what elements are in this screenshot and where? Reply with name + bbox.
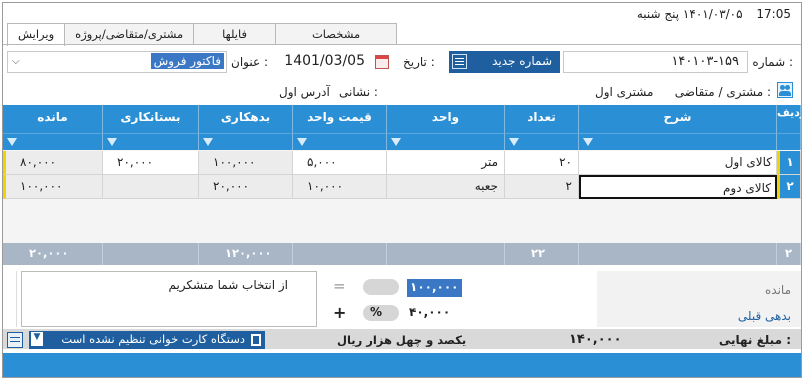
number-field[interactable]: ۱۴۰۱۰۳-۱۵۹ [563,51,748,73]
cell-credit[interactable] [103,175,199,199]
filter-icon [509,138,519,146]
filter-desc[interactable] [579,133,777,150]
title-label: عنوان : [231,55,268,69]
datetime-display: 17:05 ۱۴۰۱/۰۳/۰۵ پنج شنبه [637,7,791,21]
new-number-button[interactable]: شماره جدید [449,51,560,73]
chevron-down-icon: ▼ [31,332,43,346]
footer-credit [103,243,199,265]
settings-icon[interactable] [7,332,23,348]
col-header-qty[interactable]: تعداد [505,105,579,133]
note-textarea[interactable]: از انتخاب شما متشکریم [21,271,317,327]
amount-selected[interactable]: ۱۰۰,۰۰۰ [407,279,462,297]
col-header-price[interactable]: قیمت واحد [293,105,387,133]
cell-desc[interactable]: کالای اول [579,151,777,175]
chevron-down-icon: ⌵ [12,56,20,67]
percent-toggle[interactable]: % [363,305,399,321]
amount-second: ۴۰,۰۰۰ [409,305,451,319]
date-text: ۱۴۰۱/۰۳/۰۵ پنج شنبه [636,7,743,21]
col-header-balance[interactable]: مانده [3,105,103,133]
app-window: 17:05 ۱۴۰۱/۰۳/۰۵ پنج شنبه ویرایش مشتری/م… [2,2,802,378]
row-number[interactable]: ۲ [777,175,801,199]
amount-toggle-1[interactable] [363,279,399,295]
filter-credit[interactable] [103,133,199,150]
cell-price[interactable]: ۵,۰۰۰ [293,151,387,175]
card-reader-status[interactable]: ▼ دستگاه کارت خوانی تنظیم نشده است [29,331,265,349]
cell-debit[interactable]: ۲۰,۰۰۰ [199,175,293,199]
card-reader-text: دستگاه کارت خوانی تنظیم نشده است [61,332,245,346]
filter-icon [391,138,401,146]
filter-icon [7,138,17,146]
balance-label: مانده [764,283,791,297]
date-label: تاریخ : [403,55,435,69]
col-header-credit[interactable]: بستانکاری [103,105,199,133]
time-text: 17:05 [756,7,791,21]
date-field[interactable]: 1401/03/05 [271,53,371,73]
title-value: فاکتور فروش [150,53,224,69]
tab-edit[interactable]: ویرایش [7,23,66,46]
final-words: یکصد و چهل هزار ریال [337,333,467,347]
cell-credit[interactable]: ۲۰,۰۰۰ [103,151,199,175]
filter-debit[interactable] [199,133,293,150]
equals-sign: = [333,277,346,295]
cell-price[interactable]: ۱۰,۰۰۰ [293,175,387,199]
tab-divider [3,44,801,45]
left-divider [7,271,17,327]
footer-qty-total: ۲۲ [505,243,579,265]
footer-price [293,243,387,265]
cell-qty[interactable]: ۲ [505,175,579,199]
cell-debit[interactable]: ۱۰۰,۰۰۰ [199,151,293,175]
address-value[interactable]: آدرس اول [279,85,330,99]
number-label: شماره : [752,55,793,69]
col-header-debit[interactable]: بدهکاری [199,105,293,133]
final-label: مبلغ نهایی : [718,333,791,347]
filter-icon [203,138,213,146]
customer-label: مشتری / متقاضی : [674,85,771,99]
col-header-desc[interactable]: شرح [579,105,777,133]
filter-icon [297,138,307,146]
group-icon[interactable] [777,82,793,98]
filter-row-rn [777,133,801,150]
note-text: از انتخاب شما متشکریم [168,278,288,292]
filter-icon [107,138,117,146]
calendar-icon[interactable] [375,55,389,69]
percent-sign: % [370,305,383,319]
filter-balance[interactable] [3,133,103,150]
cell-balance[interactable]: ۱۰۰,۰۰۰ [3,175,103,199]
footer-count: ۲ [777,243,801,265]
final-value: ۱۴۰,۰۰۰ [569,332,622,347]
filter-unit[interactable] [387,133,505,150]
tab-files[interactable]: فایلها [193,23,276,45]
prev-debt-label: بدهی قبلی [737,309,791,323]
filter-qty[interactable] [505,133,579,150]
cell-desc[interactable]: کالای دوم [579,175,777,199]
tab-specs[interactable]: مشخصات [274,23,398,45]
plus-sign: + [333,303,347,322]
footer-debit-total: ۱۲۰,۰۰۰ [199,243,293,265]
cell-unit[interactable]: متر [387,151,505,175]
footer-unit [387,243,505,265]
footer-desc [579,243,777,265]
summary-strip [3,353,801,377]
row-number[interactable]: ۱ [777,151,801,175]
list-icon [452,54,467,69]
col-header-row[interactable]: ردیف [777,105,801,133]
filter-icon [583,138,593,146]
footer-credit-total: ۲۰,۰۰۰ [3,243,103,265]
cell-qty[interactable]: ۲۰ [505,151,579,175]
customer-value[interactable]: مشتری اول [595,85,653,99]
items-grid: ردیف شرح تعداد واحد قیمت واحد بدهکاری بس… [3,105,801,265]
col-header-unit[interactable]: واحد [387,105,505,133]
cell-unit[interactable]: جعبه [387,175,505,199]
tab-customer-project[interactable]: مشتری/متقاضی/پروژه [64,23,195,45]
filter-price[interactable] [293,133,387,150]
number-value: ۱۴۰۱۰۳-۱۵۹ [671,54,739,69]
cell-balance[interactable]: ۸۰,۰۰۰ [3,151,103,175]
card-reader-icon [251,334,261,346]
new-number-label: شماره جدید [492,54,552,68]
address-label: نشانی : [339,85,378,99]
title-select[interactable]: ⌵ فاکتور فروش [7,51,227,73]
tab-bar: ویرایش مشتری/متقاضی/پروژه فایلها مشخصات [7,23,398,46]
